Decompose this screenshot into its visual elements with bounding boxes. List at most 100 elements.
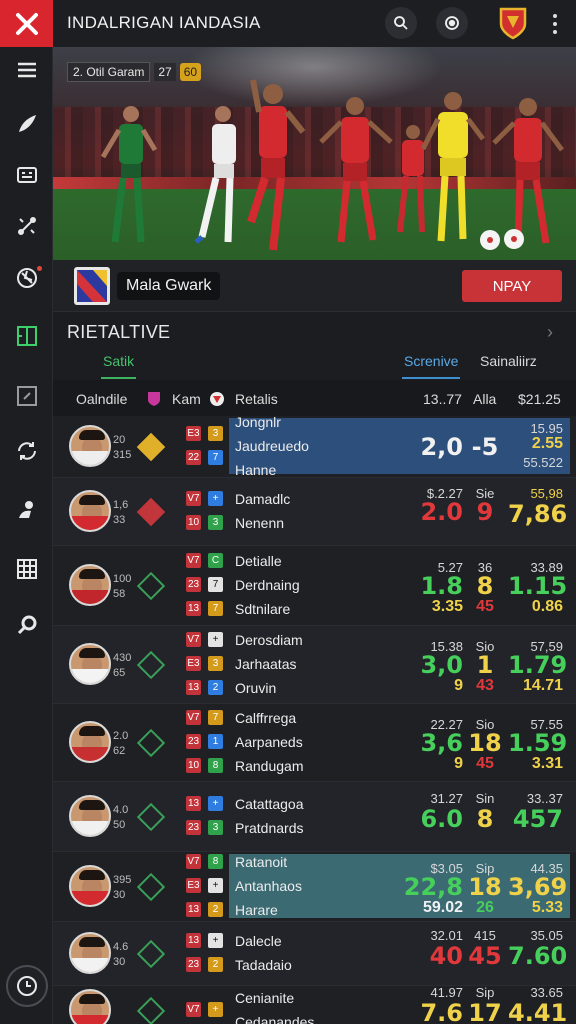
- player-name[interactable]: Hanne: [235, 462, 276, 478]
- player-name[interactable]: Aarpaneds: [235, 734, 303, 750]
- rating-diamond-icon[interactable]: [136, 571, 166, 601]
- sidebar-item-grid[interactable]: [0, 549, 53, 589]
- section-title: RIETALTIVE: [67, 322, 171, 342]
- rating-diamond-icon[interactable]: [136, 728, 166, 758]
- sidebar-item-search[interactable]: [0, 605, 53, 645]
- avatar-hair: [79, 495, 105, 505]
- more-options-button[interactable]: [543, 10, 567, 38]
- menu-button[interactable]: [0, 50, 53, 90]
- position-badge: 13: [186, 933, 201, 948]
- team-logo-icon: [74, 267, 110, 305]
- team-bar: Mala Gwark NPAY: [53, 260, 576, 312]
- tools-icon: [17, 217, 36, 235]
- table-row[interactable]: 4.0 50 13 23 +3 Catattagoa Pratdnards 31.27 Sin 3…: [53, 782, 576, 852]
- rating-diamond-icon[interactable]: [136, 650, 166, 680]
- player-name[interactable]: Tadadaio: [235, 957, 292, 973]
- magnifier-icon: [17, 615, 36, 635]
- avatar: [69, 425, 111, 467]
- avatar-shirt: [71, 890, 109, 905]
- player-name[interactable]: Jongnlr: [235, 414, 281, 430]
- table-row[interactable]: 2.0 62 V7 23 10 7 1 8 Calffrrega Aarpaneds Randuga…: [53, 704, 576, 782]
- player-name[interactable]: Dalecle: [235, 933, 282, 949]
- sidebar-item-pitch[interactable]: [0, 316, 53, 356]
- player-name[interactable]: Calffrrega: [235, 710, 296, 726]
- column-header[interactable]: Alla: [473, 391, 496, 407]
- tab-satik[interactable]: Satik: [100, 353, 137, 379]
- status-badge: +: [208, 878, 223, 893]
- player-name[interactable]: Harare: [235, 902, 278, 918]
- rating-diamond-icon[interactable]: [136, 872, 166, 902]
- sidebar-item-scoreboard[interactable]: [0, 155, 53, 195]
- stat-value: 45: [476, 755, 494, 772]
- sidebar-item-players[interactable]: [0, 490, 53, 530]
- avatar-hair: [79, 800, 105, 810]
- top-bar: INDALRIGAN IANDASIA: [53, 0, 576, 47]
- rating-diamond-icon[interactable]: [136, 432, 166, 462]
- column-header[interactable]: $21.25: [518, 391, 561, 407]
- avatar: [69, 643, 111, 685]
- pay-button[interactable]: NPAY: [462, 270, 562, 302]
- sidebar-item-transfers[interactable]: [0, 431, 53, 471]
- tab-screnive[interactable]: Screnive: [401, 353, 461, 379]
- player-name[interactable]: Antanhaos: [235, 878, 302, 894]
- rating-diamond-icon[interactable]: [136, 939, 166, 969]
- close-button[interactable]: [0, 0, 53, 47]
- table-row[interactable]: V7 + Cenianite Cedanandes 41.97 Sip 33.65 7.6 17…: [53, 985, 576, 1024]
- player-name[interactable]: Catattagoa: [235, 796, 304, 812]
- column-header[interactable]: 13..77: [423, 391, 462, 407]
- column-header[interactable]: Kam: [172, 391, 201, 407]
- history-button[interactable]: [6, 965, 48, 1007]
- status-badge: 2: [208, 902, 223, 917]
- player-name[interactable]: Cedanandes: [235, 1014, 314, 1024]
- stat-value: 43: [476, 677, 494, 694]
- table-row[interactable]: 20 315 E3 22 3 7 Jongnlr Jaudreuedo Hanne 2,0 -5 15…: [53, 414, 576, 478]
- player-name[interactable]: Nenenn: [235, 515, 284, 531]
- player-name[interactable]: Jarhaatas: [235, 656, 296, 672]
- avatar-shirt: [71, 589, 109, 604]
- camera-button[interactable]: [436, 7, 468, 39]
- sidebar-item-tactics[interactable]: [0, 376, 53, 416]
- player-name[interactable]: Derosdiam: [235, 632, 303, 648]
- player-name[interactable]: Ratanoit: [235, 854, 287, 870]
- search-button[interactable]: [385, 7, 417, 39]
- sidebar-item-ball[interactable]: [0, 258, 53, 298]
- rating-diamond-icon[interactable]: [136, 802, 166, 832]
- player-name[interactable]: Pratdnards: [235, 820, 303, 836]
- rating-diamond-icon[interactable]: [136, 996, 166, 1024]
- player-stat: 65: [113, 667, 126, 679]
- stat-value: 15.95: [530, 421, 563, 436]
- table-row[interactable]: 395 30 V7 E3 13 8 +2 Ratanoit Antanhaos Harare $3.…: [53, 852, 576, 922]
- stat-value: 4.41: [508, 999, 568, 1024]
- stat-value: 1.59: [508, 729, 568, 757]
- tab-sainaliirz[interactable]: Sainaliirz: [480, 353, 537, 369]
- player-name[interactable]: Damadlc: [235, 491, 290, 507]
- player-name[interactable]: Oruvin: [235, 680, 276, 696]
- chevron-right-icon[interactable]: ›: [547, 322, 553, 343]
- avatar-hair: [79, 726, 105, 736]
- column-header[interactable]: Oalndile: [76, 391, 127, 407]
- camera-icon: [445, 16, 459, 30]
- sidebar-item-rocket[interactable]: [0, 104, 53, 144]
- sidebar-item-tools[interactable]: [0, 206, 53, 246]
- stat-value: 0.86: [531, 598, 563, 615]
- table-row[interactable]: 1,6 33 V7 10 +3 Damadlc Nenenn $.2.27 Sie 55,98 2.…: [53, 478, 576, 546]
- player-name[interactable]: Randugam: [235, 758, 304, 774]
- player-name[interactable]: Sdtnilare: [235, 601, 290, 617]
- rating-diamond-icon[interactable]: [136, 497, 166, 527]
- column-header[interactable]: Retalis: [235, 391, 278, 407]
- club-crest-icon[interactable]: [498, 6, 528, 40]
- clock-icon: [17, 976, 37, 996]
- stat-value: 26: [476, 899, 494, 916]
- player-name[interactable]: Jaudreuedo: [235, 438, 309, 454]
- stat-value: 3,69: [508, 873, 568, 901]
- player-name[interactable]: Detialle: [235, 553, 282, 569]
- player-name[interactable]: Derdnaing: [235, 577, 300, 593]
- position-badge: V7: [186, 553, 201, 568]
- table-row[interactable]: 430 65 V7 E3 13 +3 2 Derosdiam Jarhaatas Oruvin 15…: [53, 626, 576, 704]
- player-name[interactable]: Cenianite: [235, 990, 294, 1006]
- table-row[interactable]: 4.6 30 13 23 +2 Dalecle Tadadaio 32.01 415 35.05 4…: [53, 922, 576, 986]
- stat-value: 7.6: [420, 999, 463, 1024]
- close-icon: [15, 12, 38, 35]
- table-row[interactable]: 100 58 V7 23 13 C 7 7 Detialle Derdnaing Sdtnilare…: [53, 546, 576, 626]
- avatar-hair: [79, 430, 105, 440]
